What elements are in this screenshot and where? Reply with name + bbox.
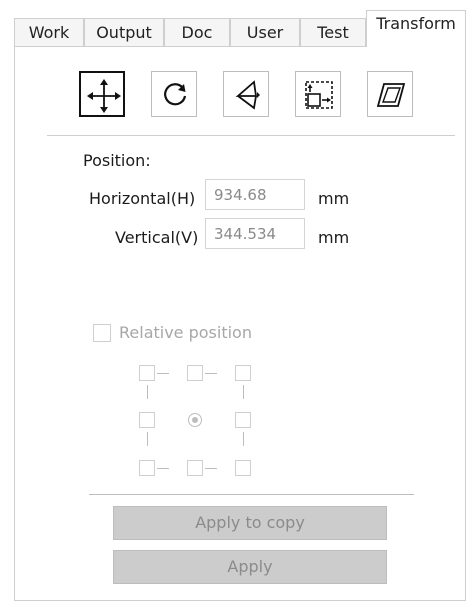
relative-position-label: Relative position — [119, 323, 252, 342]
anchor-connector — [205, 468, 217, 469]
anchor-connector — [205, 373, 217, 374]
anchor-bottom-center[interactable] — [187, 460, 203, 476]
tab-test[interactable]: Test — [300, 18, 366, 46]
scale-tool-button[interactable] — [295, 71, 341, 117]
relative-position-checkbox[interactable] — [93, 324, 111, 342]
mirror-tool-button[interactable] — [223, 71, 269, 117]
tab-work[interactable]: Work — [14, 18, 84, 46]
vertical-unit: mm — [318, 228, 350, 247]
anchor-bottom-right[interactable] — [235, 460, 251, 476]
anchor-top-right[interactable] — [235, 365, 251, 381]
apply-to-copy-button[interactable]: Apply to copy — [113, 506, 387, 540]
anchor-connector — [157, 373, 169, 374]
move-tool-button[interactable] — [79, 71, 125, 117]
tab-output[interactable]: Output — [84, 18, 164, 46]
position-title: Position: — [83, 151, 151, 170]
anchor-connector — [147, 385, 148, 399]
skew-icon — [376, 83, 406, 107]
horizontal-field[interactable] — [205, 179, 305, 210]
horizontal-unit: mm — [318, 189, 350, 208]
move-arrows-icon — [87, 79, 121, 113]
skew-tool-button[interactable] — [367, 71, 413, 117]
vertical-field[interactable] — [205, 218, 305, 249]
vertical-label: Vertical(V) — [115, 228, 199, 247]
toolbar-divider — [47, 135, 455, 136]
anchor-connector — [243, 432, 244, 446]
horizontal-label: Horizontal(H) — [89, 189, 196, 208]
tab-user[interactable]: User — [230, 18, 300, 46]
anchor-center-radio[interactable] — [188, 413, 202, 427]
transform-panel: Position: Horizontal(H) mm Vertical(V) m… — [14, 46, 466, 601]
anchor-middle-left[interactable] — [139, 412, 155, 428]
mirror-icon — [235, 80, 260, 110]
tab-bar: Work Output Doc User Test Transform — [14, 10, 466, 47]
tab-transform[interactable]: Transform — [366, 10, 466, 47]
apply-button[interactable]: Apply — [113, 550, 387, 584]
rotate-tool-button[interactable] — [151, 71, 197, 117]
anchor-top-left[interactable] — [139, 365, 155, 381]
bottom-divider — [89, 494, 414, 495]
scale-icon — [305, 81, 333, 109]
anchor-middle-right[interactable] — [235, 412, 251, 428]
rotate-icon — [164, 83, 187, 106]
transform-panel-window: Work Output Doc User Test Transform Posi… — [14, 10, 466, 601]
anchor-top-center[interactable] — [187, 365, 203, 381]
anchor-connector — [243, 385, 244, 399]
anchor-bottom-left[interactable] — [139, 460, 155, 476]
anchor-connector — [147, 432, 148, 446]
tab-doc[interactable]: Doc — [164, 18, 230, 46]
anchor-connector — [157, 468, 169, 469]
